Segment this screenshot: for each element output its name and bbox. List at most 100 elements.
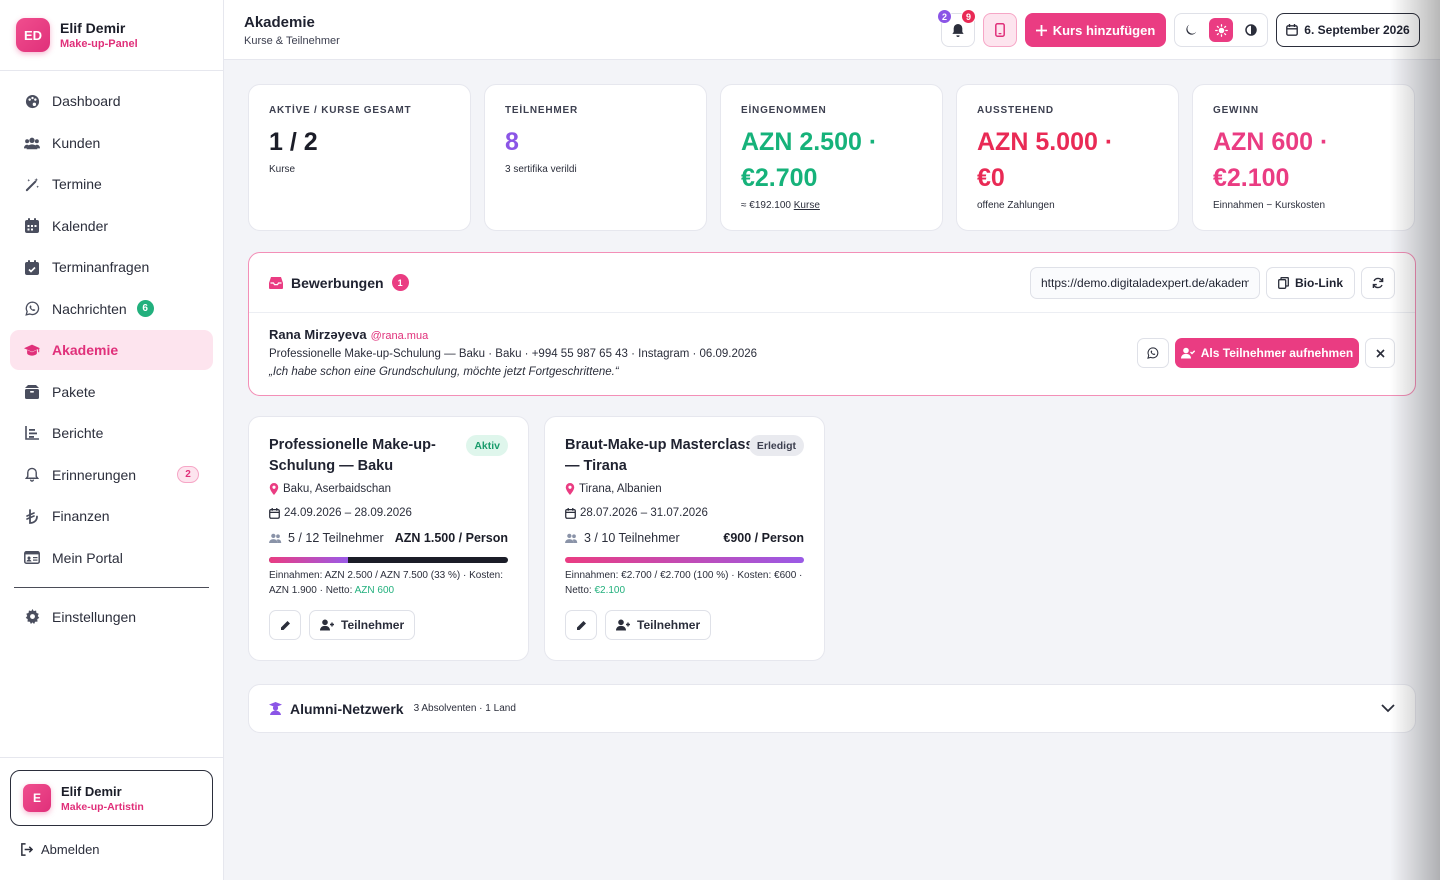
alumni-network-panel[interactable]: Alumni-Netzwerk 3 Absolventen · 1 Land [248, 684, 1416, 733]
map-pin-icon [269, 483, 279, 495]
stat-value-line1: AZN 600 · [1213, 128, 1329, 156]
sidebar-item-dashboard[interactable]: Dashboard [10, 81, 213, 121]
sidebar-item-erinnerungen[interactable]: Erinnerungen 2 [10, 455, 213, 495]
sidebar-item-label: Finanzen [52, 508, 110, 524]
stat-value-line2: €2.100 [1213, 164, 1290, 192]
alumni-meta: 3 Absolventen · 1 Land [413, 703, 516, 714]
course-title: Braut-Make-up Masterclass — Tirana [565, 437, 754, 474]
course-location-text: Tirana, Albanien [579, 483, 662, 495]
stat-label: EİNGENOMMEN [741, 105, 827, 116]
sidebar-item-kunden[interactable]: Kunden [10, 123, 213, 163]
course-participants: 3 / 10 Teilnehmer €900 / Person [565, 531, 804, 545]
course-participants-text: 3 / 10 Teilnehmer [584, 531, 680, 545]
logout-label: Abmelden [41, 842, 100, 857]
applicant-name: Rana Mirzəyeva [269, 327, 367, 342]
theme-switcher [1174, 13, 1268, 47]
user-plus-icon [616, 619, 631, 631]
course-location-text: Baku, Aserbaidschan [283, 483, 392, 495]
academy-link-input[interactable] [1030, 266, 1260, 299]
sidebar-item-nachrichten[interactable]: Nachrichten 6 [10, 289, 213, 329]
whatsapp-button[interactable] [1137, 338, 1169, 368]
sidebar-item-label: Pakete [52, 383, 96, 400]
sidebar-item-akademie[interactable]: Akademie [10, 330, 213, 370]
stat-label: TEİLNEHMER [505, 105, 578, 116]
stat-note-text: ≈ €192.100 [741, 200, 791, 211]
bell-icon [24, 467, 40, 483]
status-badge: Erledigt [748, 435, 804, 456]
sidebar-footer: E Elif Demir Make-up-Artistin Abmelden [0, 757, 223, 880]
topbar: Akademie Kurse & Teilnehmer 2 9 Kurs hin… [224, 0, 1440, 60]
sidebar: ED Elif Demir Make-up-Panel Dashboard Ku… [0, 0, 224, 880]
sidebar-item-finanzen[interactable]: Finanzen [10, 496, 213, 536]
edit-course-button[interactable] [565, 610, 597, 640]
date-display[interactable]: 6. September 2026 [1276, 13, 1420, 47]
sun-icon[interactable] [1209, 18, 1233, 42]
add-course-button[interactable]: Kurs hinzufügen [1025, 13, 1166, 47]
refresh-button[interactable] [1361, 266, 1395, 299]
course-dates: 24.09.2026 – 28.09.2026 [269, 507, 508, 519]
sidebar-item-label: Berichte [52, 425, 104, 441]
participants-button[interactable]: Teilnehmer [309, 610, 416, 640]
stat-value: AZN 5.000 · €0 [977, 124, 1158, 196]
chevron-down-icon[interactable] [1381, 704, 1395, 713]
chart-icon [24, 425, 40, 441]
sidebar-item-label: Mein Portal [52, 549, 123, 566]
participants-button[interactable]: Teilnehmer [605, 610, 712, 640]
notification-badge-purple: 2 [937, 9, 952, 24]
accept-applicant-button[interactable]: Als Teilnehmer aufnehmen [1175, 338, 1359, 368]
application-item: Rana Mirzəyeva @rana.mua Professionelle M… [249, 313, 1415, 395]
participants-label: Teilnehmer [341, 618, 405, 632]
sidebar-item-label: Termine [52, 176, 102, 192]
calendar-icon [269, 507, 280, 519]
calendar-icon [565, 507, 576, 519]
sidebar-item-pakete[interactable]: Pakete [10, 372, 213, 412]
contrast-icon[interactable] [1239, 18, 1263, 42]
sidebar-item-label: Einstellungen [52, 608, 137, 625]
sidebar-item-termine[interactable]: Termine [10, 164, 213, 204]
user-check-icon [1180, 347, 1195, 359]
applicant-handle[interactable]: @rana.mua [371, 330, 429, 342]
main-content: AKTİVE / KURSE GESAMT 1 / 2 Kurse TEİLNE… [224, 60, 1440, 880]
mobile-preview-button[interactable] [983, 13, 1017, 47]
revenue-progress-fill [565, 557, 804, 563]
plus-icon [1035, 24, 1047, 36]
logout-icon [20, 843, 33, 856]
bio-link-button[interactable]: Bio-Link [1266, 266, 1355, 299]
edit-course-button[interactable] [269, 610, 301, 640]
sidebar-item-label: Nachrichten [52, 300, 127, 317]
stat-note: Kurse [269, 164, 296, 175]
sidebar-item-label: Akademie [52, 342, 119, 358]
sidebar-item-label: Terminanfragen [52, 259, 150, 275]
sidebar-divider [14, 586, 209, 588]
applications-header: Bewerbungen 1 Bio-Link [249, 253, 1415, 313]
users-icon [24, 135, 40, 151]
sidebar-item-mein-portal[interactable]: Mein Portal [10, 538, 213, 578]
stat-value-line1: AZN 2.500 · [741, 128, 878, 156]
sidebar-item-terminanfragen[interactable]: Terminanfragen [10, 247, 213, 287]
calendar-check-icon [24, 259, 40, 275]
add-course-label: Kurs hinzufügen [1052, 22, 1156, 38]
users-icon [565, 533, 578, 543]
applications-count: 1 [391, 274, 409, 291]
stat-value: 1 / 2 [269, 128, 318, 156]
course-actions: Teilnehmer [269, 610, 508, 640]
sidebar-nav: Dashboard Kunden Termine Kalender Termin… [0, 71, 223, 578]
sidebar-item-berichte[interactable]: Berichte [10, 413, 213, 453]
sidebar-item-einstellungen[interactable]: Einstellungen [10, 597, 213, 637]
refresh-icon [1372, 277, 1384, 289]
course-participants-text: 5 / 12 Teilnehmer [288, 531, 384, 545]
brand-subtitle: Make-up-Panel [60, 38, 138, 50]
notifications-button[interactable]: 2 9 [937, 9, 976, 47]
course-card: Braut-Make-up Masterclass — Tirana Erled… [544, 416, 825, 661]
user-card[interactable]: E Elif Demir Make-up-Artistin [10, 770, 213, 826]
courses-link[interactable]: Kurse [794, 200, 820, 211]
course-dates: 28.07.2026 – 31.07.2026 [565, 507, 804, 519]
user-avatar: E [23, 784, 51, 812]
magic-wand-icon [24, 176, 40, 192]
unread-badge: 6 [136, 300, 154, 317]
sidebar-item-kalender[interactable]: Kalender [10, 206, 213, 246]
reject-button[interactable] [1365, 338, 1395, 368]
moon-icon[interactable] [1179, 18, 1203, 42]
course-actions: Teilnehmer [565, 610, 804, 640]
logout-button[interactable]: Abmelden [10, 842, 213, 857]
